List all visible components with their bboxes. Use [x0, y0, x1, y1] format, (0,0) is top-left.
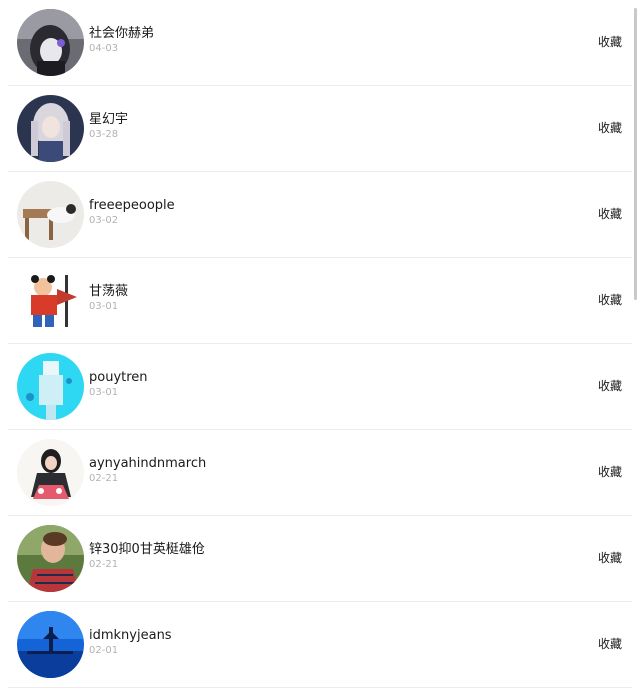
user-name: 甘荡薇 — [89, 284, 129, 299]
man-profile-avatar[interactable] — [17, 525, 84, 592]
cartoon-warrior-avatar[interactable] — [17, 267, 84, 334]
user-name: 锌30抑0甘英梃雄伧 — [89, 542, 205, 557]
dark-hooded-character-avatar[interactable] — [17, 9, 84, 76]
collect-button[interactable]: 收藏 — [598, 34, 622, 50]
favorite-user-list: 社会你赫弟 04-03 收藏 星幻宇 03-28 收藏 freeepeoople… — [0, 0, 640, 688]
user-name: idmknyjeans — [89, 628, 172, 643]
collect-button[interactable]: 收藏 — [598, 550, 622, 566]
user-name: 社会你赫弟 — [89, 26, 155, 41]
list-item[interactable]: freeepeoople 03-02 收藏 — [8, 172, 632, 258]
user-name: 星幻宇 — [89, 112, 129, 127]
date-label: 03-28 — [89, 129, 119, 140]
scrollbar[interactable] — [634, 8, 637, 300]
date-label: 02-21 — [89, 559, 119, 570]
date-label: 03-01 — [89, 387, 119, 398]
cyan-clothes-avatar[interactable] — [17, 353, 84, 420]
list-item[interactable]: 甘荡薇 03-01 收藏 — [8, 258, 632, 344]
collect-button[interactable]: 收藏 — [598, 292, 622, 308]
illustrated-girl-avatar[interactable] — [17, 439, 84, 506]
collect-button[interactable]: 收藏 — [598, 378, 622, 394]
date-label: 03-02 — [89, 215, 119, 226]
night-sky-lighthouse-avatar[interactable] — [17, 611, 84, 678]
user-name: freeepeoople — [89, 198, 175, 213]
list-item[interactable]: 星幻宇 03-28 收藏 — [8, 86, 632, 172]
date-label: 02-01 — [89, 645, 119, 656]
collect-button[interactable]: 收藏 — [598, 464, 622, 480]
list-item[interactable]: aynyahindnmarch 02-21 收藏 — [8, 430, 632, 516]
collect-button[interactable]: 收藏 — [598, 120, 622, 136]
user-name: aynyahindnmarch — [89, 456, 207, 471]
list-item[interactable]: 社会你赫弟 04-03 收藏 — [8, 0, 632, 86]
anime-girl-avatar[interactable] — [17, 95, 84, 162]
collect-button[interactable]: 收藏 — [598, 206, 622, 222]
lying-figure-avatar[interactable] — [17, 181, 84, 248]
list-item[interactable]: pouytren 03-01 收藏 — [8, 344, 632, 430]
date-label: 03-01 — [89, 301, 119, 312]
collect-button[interactable]: 收藏 — [598, 636, 622, 652]
date-label: 04-03 — [89, 43, 119, 54]
date-label: 02-21 — [89, 473, 119, 484]
list-item[interactable]: idmknyjeans 02-01 收藏 — [8, 602, 632, 688]
list-item[interactable]: 锌30抑0甘英梃雄伧 02-21 收藏 — [8, 516, 632, 602]
user-name: pouytren — [89, 370, 148, 385]
